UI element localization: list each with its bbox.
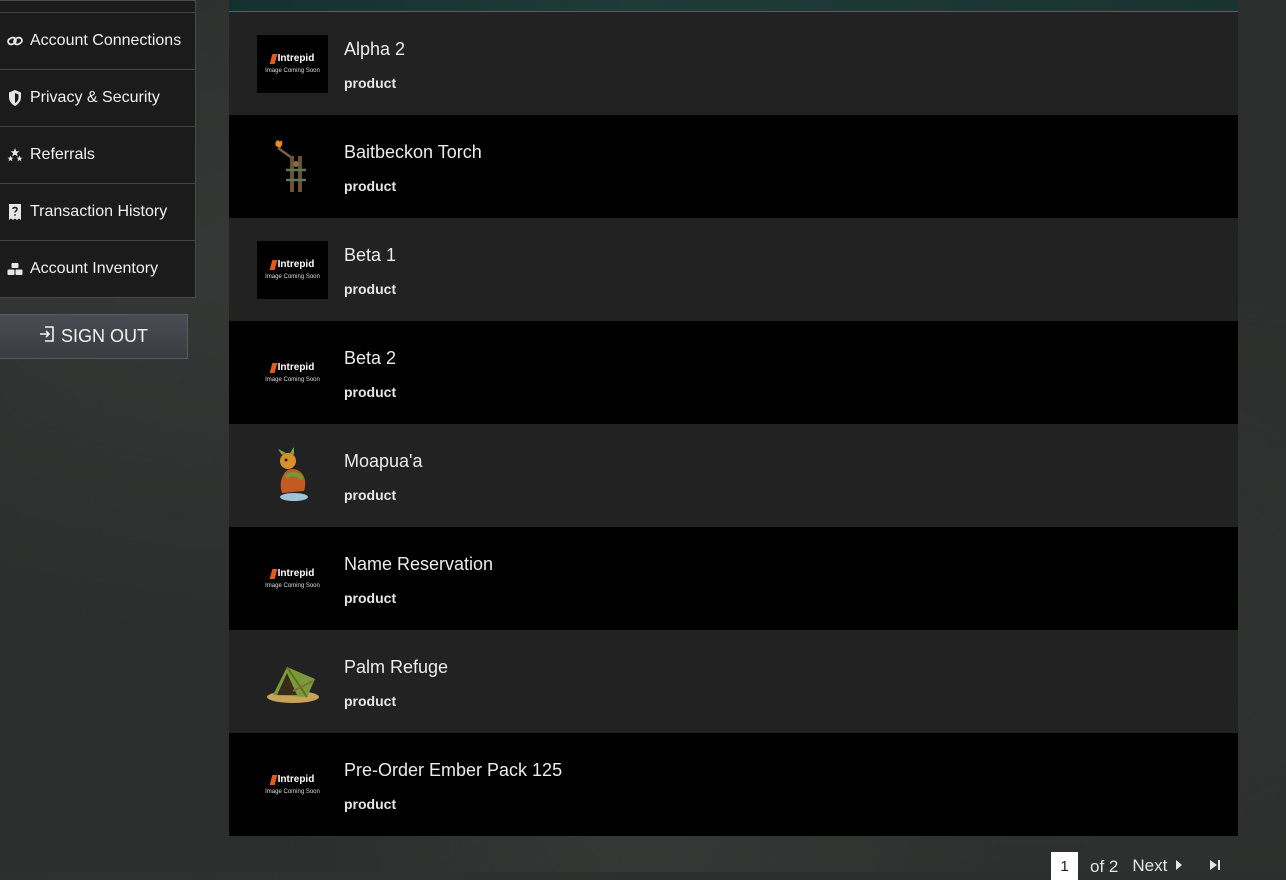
sidebar-item-label: Account Inventory xyxy=(30,260,159,277)
logo-text: Intrepid xyxy=(277,53,315,64)
intrepid-logo-icon xyxy=(269,53,277,64)
list-item: Intrepid Image Coming Soon Pre-Order Emb… xyxy=(229,733,1238,836)
item-type: product xyxy=(344,280,397,297)
logo-text: Intrepid xyxy=(277,568,315,579)
shield-icon xyxy=(6,89,24,107)
torch-image xyxy=(274,139,306,192)
logo-text: Intrepid xyxy=(277,259,315,270)
image-coming-soon-thumbnail: Intrepid Image Coming Soon xyxy=(257,343,328,402)
sign-out-icon xyxy=(39,326,55,347)
chevron-right-icon xyxy=(1175,856,1183,876)
intrepid-logo-icon xyxy=(269,568,277,579)
image-coming-soon-text: Image Coming Soon xyxy=(265,583,320,589)
sign-out-label: SIGN OUT xyxy=(60,326,148,346)
image-coming-soon-thumbnail: Intrepid Image Coming Soon xyxy=(257,240,328,299)
list-header-banner xyxy=(229,0,1238,12)
next-page-button[interactable]: Next xyxy=(1132,856,1183,876)
sidebar-item-account-connections[interactable]: Account Connections xyxy=(0,12,195,69)
list-item: Intrepid Image Coming Soon Name Reservat… xyxy=(229,527,1238,630)
image-coming-soon-thumbnail: Intrepid Image Coming Soon xyxy=(257,34,328,93)
item-type: product xyxy=(344,692,397,709)
intrepid-logo-icon xyxy=(269,259,277,270)
next-label: Next xyxy=(1132,856,1168,875)
moapuaa-thumbnail xyxy=(257,446,328,505)
image-coming-soon-text: Image Coming Soon xyxy=(265,68,320,74)
item-type: product xyxy=(344,486,397,503)
sidebar-menu: Account Connections Privacy & Security R… xyxy=(0,0,196,298)
sidebar-item-referrals[interactable]: Referrals xyxy=(0,126,195,183)
list-item: Moapua'a product xyxy=(229,424,1238,527)
sign-out-button[interactable]: SIGN OUT xyxy=(0,314,188,359)
item-name[interactable]: Alpha 2 xyxy=(344,39,405,60)
item-type: product xyxy=(344,383,397,400)
torch-thumbnail xyxy=(257,138,328,196)
sidebar-item-label: Account Connections xyxy=(30,32,182,49)
account-sidebar: Account Connections Privacy & Security R… xyxy=(0,0,196,359)
sidebar-item-label: Referrals xyxy=(30,146,95,163)
logo-text: Intrepid xyxy=(277,774,315,785)
item-name[interactable]: Palm Refuge xyxy=(344,657,448,678)
sidebar-item-label: Privacy & Security xyxy=(30,89,160,106)
palm-refuge-image xyxy=(266,665,319,703)
referrals-icon xyxy=(6,148,24,162)
current-page-input[interactable]: 1 xyxy=(1051,852,1078,880)
inventory-list: Intrepid Image Coming Soon Alpha 2 produ… xyxy=(229,0,1238,836)
image-coming-soon-text: Image Coming Soon xyxy=(265,274,320,280)
item-name[interactable]: Baitbeckon Torch xyxy=(344,142,482,163)
item-name[interactable]: Pre-Order Ember Pack 125 xyxy=(344,760,562,781)
image-coming-soon-thumbnail: Intrepid Image Coming Soon xyxy=(257,549,328,608)
sidebar-item-privacy-security[interactable]: Privacy & Security xyxy=(0,69,195,126)
inventory-icon xyxy=(6,262,24,276)
list-item: Intrepid Image Coming Soon Beta 1 produc… xyxy=(229,218,1238,321)
last-page-icon xyxy=(1209,856,1221,875)
list-item: Intrepid Image Coming Soon Beta 2 produc… xyxy=(229,321,1238,424)
item-name[interactable]: Moapua'a xyxy=(344,451,423,472)
intrepid-logo-icon xyxy=(269,774,277,785)
item-type: product xyxy=(344,74,397,91)
item-name[interactable]: Name Reservation xyxy=(344,554,493,575)
image-coming-soon-text: Image Coming Soon xyxy=(265,789,320,795)
image-coming-soon-text: Image Coming Soon xyxy=(265,377,320,383)
sidebar-item-account-inventory[interactable]: Account Inventory xyxy=(0,240,195,297)
item-type: product xyxy=(344,177,397,194)
last-page-button[interactable] xyxy=(1209,856,1221,876)
sidebar-item-label: Transaction History xyxy=(30,203,168,220)
item-name[interactable]: Beta 2 xyxy=(344,348,396,369)
palm-refuge-thumbnail xyxy=(257,653,328,711)
logo-text: Intrepid xyxy=(277,362,315,373)
sidebar-item-top-partial xyxy=(0,1,195,12)
intrepid-logo-icon xyxy=(269,362,277,373)
image-coming-soon-thumbnail: Intrepid Image Coming Soon xyxy=(257,755,328,814)
list-item: Palm Refuge product xyxy=(229,630,1238,733)
list-item: Intrepid Image Coming Soon Alpha 2 produ… xyxy=(229,12,1238,115)
receipt-icon xyxy=(6,203,24,221)
item-type: product xyxy=(344,795,397,812)
pagination: 1 of 2 Next xyxy=(1051,852,1221,880)
moapuaa-image xyxy=(277,446,308,501)
sidebar-item-transaction-history[interactable]: Transaction History xyxy=(0,183,195,240)
link-icon xyxy=(6,35,24,47)
item-type: product xyxy=(344,589,397,606)
page-count: of 2 xyxy=(1090,857,1119,876)
list-item: Baitbeckon Torch product xyxy=(229,115,1238,218)
item-name[interactable]: Beta 1 xyxy=(344,245,396,266)
